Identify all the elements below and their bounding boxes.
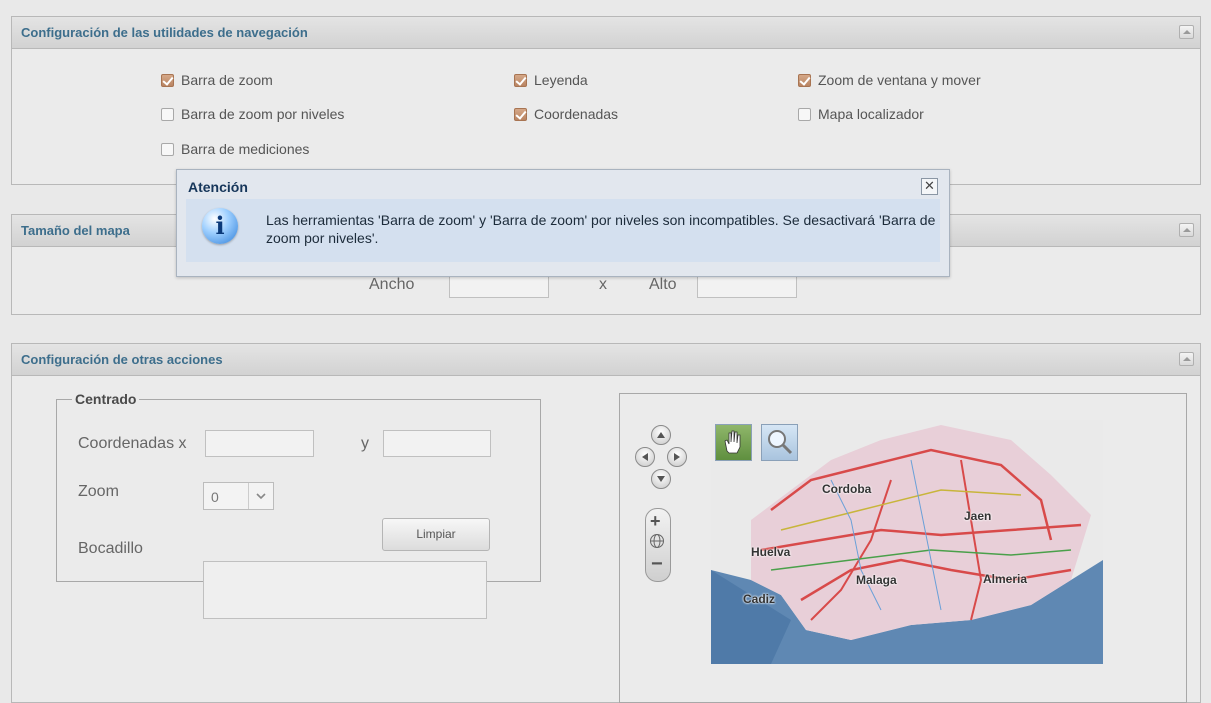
pan-right-icon[interactable] bbox=[667, 447, 687, 467]
dialog-title: Atención bbox=[188, 179, 248, 195]
coordinates-x-label: Coordenadas x bbox=[78, 435, 187, 452]
zoom-control: + − bbox=[645, 508, 671, 582]
dialog-body: i Las herramientas 'Barra de zoom' y 'Ba… bbox=[186, 199, 940, 262]
city-label: Cadiz bbox=[743, 592, 776, 606]
city-label: Malaga bbox=[856, 573, 897, 587]
checkbox-coordenadas[interactable]: Coordenadas bbox=[514, 105, 618, 123]
checkbox-label: Barra de mediciones bbox=[181, 141, 310, 157]
checkbox-label: Mapa localizador bbox=[818, 106, 924, 122]
bocadillo-label: Bocadillo bbox=[78, 540, 143, 557]
close-icon[interactable]: ✕ bbox=[921, 178, 938, 195]
coordinate-y-input[interactable] bbox=[383, 430, 491, 457]
collapse-button[interactable] bbox=[1179, 223, 1194, 237]
checkbox-mapa-localizador[interactable]: Mapa localizador bbox=[798, 105, 924, 123]
zoom-in-icon[interactable]: + bbox=[650, 511, 661, 532]
checkbox-leyenda[interactable]: Leyenda bbox=[514, 71, 588, 89]
checkbox-icon[interactable] bbox=[161, 107, 174, 121]
width-label: Ancho bbox=[369, 276, 415, 293]
width-input[interactable] bbox=[449, 274, 549, 298]
panel-header: Configuración de otras acciones bbox=[12, 344, 1200, 376]
checkbox-icon[interactable] bbox=[514, 107, 527, 121]
checkbox-label: Coordenadas bbox=[534, 106, 619, 122]
coordinate-y-label: y bbox=[361, 435, 369, 452]
city-label: Cordoba bbox=[822, 482, 872, 496]
checkbox-barra-zoom[interactable]: Barra de zoom bbox=[161, 71, 273, 89]
checkbox-zoom-niveles[interactable]: Barra de zoom por niveles bbox=[161, 105, 344, 123]
city-label: Jaen bbox=[964, 509, 992, 523]
pan-up-icon[interactable] bbox=[651, 425, 671, 445]
pan-left-icon[interactable] bbox=[635, 447, 655, 467]
zoom-value: 0 bbox=[211, 489, 219, 505]
panel-title: Configuración de otras acciones bbox=[21, 352, 223, 367]
checkbox-icon[interactable] bbox=[514, 73, 527, 87]
centrado-fieldset: Centrado Coordenadas x y Zoom 0 Limpiar … bbox=[56, 391, 541, 582]
checkbox-label: Zoom de ventana y mover bbox=[818, 72, 981, 88]
checkbox-label: Leyenda bbox=[534, 72, 588, 88]
checkbox-icon[interactable] bbox=[161, 142, 174, 156]
checkbox-icon[interactable] bbox=[161, 73, 174, 87]
coordinate-x-input[interactable] bbox=[205, 430, 314, 457]
panel-title: Configuración de las utilidades de naveg… bbox=[21, 25, 308, 40]
city-label: Almeria bbox=[983, 572, 1028, 586]
checkbox-zoom-ventana[interactable]: Zoom de ventana y mover bbox=[798, 71, 981, 89]
checkbox-mediciones[interactable]: Barra de mediciones bbox=[161, 140, 309, 158]
checkbox-icon[interactable] bbox=[798, 107, 811, 121]
attention-dialog: Atención ✕ i Las herramientas 'Barra de … bbox=[176, 169, 950, 277]
zoom-out-icon[interactable]: − bbox=[651, 553, 663, 576]
other-actions-panel: Configuración de otras acciones Centrado… bbox=[11, 343, 1201, 703]
centrado-legend: Centrado bbox=[72, 391, 140, 407]
chevron-down-icon[interactable] bbox=[248, 483, 273, 509]
hand-pan-icon[interactable] bbox=[715, 424, 752, 461]
navigation-utilities-panel: Configuración de las utilidades de naveg… bbox=[11, 16, 1201, 185]
info-icon: i bbox=[202, 208, 238, 244]
pan-down-icon[interactable] bbox=[651, 469, 671, 489]
map-preview: + − Cordoba Jaen Huelva Malaga Almeria C… bbox=[619, 393, 1187, 703]
city-label: Huelva bbox=[751, 545, 791, 559]
bocadillo-textarea[interactable] bbox=[203, 561, 487, 619]
clear-button[interactable]: Limpiar bbox=[382, 518, 490, 551]
zoom-select[interactable]: 0 bbox=[203, 482, 274, 510]
collapse-button[interactable] bbox=[1179, 352, 1194, 366]
dialog-message: Las herramientas 'Barra de zoom' y 'Barr… bbox=[266, 212, 936, 246]
height-input[interactable] bbox=[697, 274, 797, 298]
checkbox-label: Barra de zoom por niveles bbox=[181, 106, 345, 122]
checkbox-icon[interactable] bbox=[798, 73, 811, 87]
zoom-label: Zoom bbox=[78, 483, 119, 500]
collapse-button[interactable] bbox=[1179, 25, 1194, 39]
height-label: Alto bbox=[649, 276, 677, 293]
checkbox-label: Barra de zoom bbox=[181, 72, 273, 88]
globe-icon[interactable] bbox=[649, 533, 665, 552]
size-separator: x bbox=[599, 276, 607, 293]
panel-title: Tamaño del mapa bbox=[21, 223, 130, 238]
zoom-box-icon[interactable] bbox=[761, 424, 798, 461]
pan-control bbox=[633, 425, 689, 495]
panel-header: Configuración de las utilidades de naveg… bbox=[12, 17, 1200, 49]
